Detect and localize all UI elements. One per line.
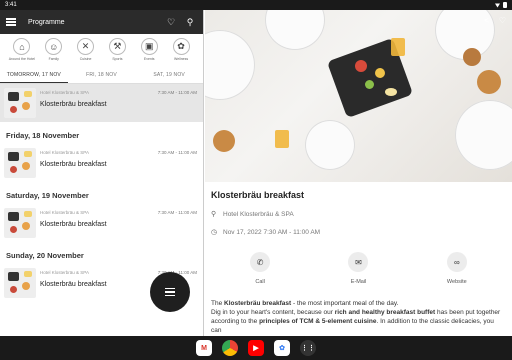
detail-location: Hotel Klosterbräu & SPA: [223, 210, 294, 218]
category-around-hotel[interactable]: ⌂ Around the Hotel: [7, 38, 37, 68]
date-tabs: TOMORROW, 17 NOV FRI, 18 NOV SAT, 19 NOV: [0, 68, 203, 84]
hotel-icon: ⌂: [13, 38, 31, 55]
event-time: 7:30 AM - 11:00 AM: [157, 90, 197, 95]
youtube-app-icon[interactable]: ▶: [248, 340, 264, 356]
app-drawer-icon[interactable]: ⋮⋮: [300, 340, 316, 356]
menu-fab-button[interactable]: [150, 272, 190, 312]
tab-fri[interactable]: FRI, 18 NOV: [68, 68, 136, 83]
location-pin-icon: ⚲: [211, 211, 217, 218]
detail-location-row: ⚲ Hotel Klosterbräu & SPA: [211, 210, 506, 219]
email-button[interactable]: ✉ E-Mail: [348, 252, 369, 285]
event-thumbnail: [4, 88, 36, 118]
event-time: 7:30 AM - 11:00 AM: [157, 150, 197, 155]
favorites-icon[interactable]: ♡: [164, 17, 178, 28]
day-header: Friday, 18 November: [6, 131, 80, 140]
event-thumbnail: [4, 148, 36, 178]
event-detail-pane: < ♡ Klosterbräu breakfast ⚲ Hotel Kloste…: [205, 10, 512, 336]
category-family[interactable]: ☺ Family: [39, 38, 69, 68]
photos-app-icon[interactable]: ✿: [274, 340, 290, 356]
gmail-app-icon[interactable]: M: [196, 340, 212, 356]
share-icon[interactable]: <: [484, 16, 489, 25]
category-bar: ⌂ Around the Hotel ☺ Family ✕ Cuisine ⚒ …: [0, 34, 203, 68]
stroller-icon: ☺: [45, 38, 63, 55]
programme-list-pane: Programme ♡ ⚲ ⌂ Around the Hotel ☺ Famil…: [0, 10, 204, 336]
list-item[interactable]: Hotel Klosterbräu & SPA Klosterbräu brea…: [0, 204, 203, 242]
search-icon[interactable]: ⚲: [183, 17, 197, 28]
detail-title: Klosterbräu breakfast: [211, 190, 305, 200]
menu-icon: [165, 286, 175, 299]
cutlery-icon: ✕: [77, 38, 95, 55]
detail-datetime-row: ◷ Nov 17, 2022 7:30 AM - 11:00 AM: [211, 228, 506, 237]
event-hero-image: < ♡: [205, 10, 512, 182]
event-title: Klosterbräu breakfast: [40, 161, 107, 168]
event-detail: Klosterbräu breakfast ⚲ Hotel Klosterbrä…: [205, 182, 512, 335]
favorite-icon[interactable]: ♡: [499, 16, 506, 25]
day-header: Saturday, 19 November: [6, 191, 89, 200]
category-sports[interactable]: ⚒ Sports: [102, 38, 132, 68]
ticket-icon: ▣: [140, 38, 158, 55]
category-events[interactable]: ▣ Events: [134, 38, 164, 68]
link-icon: ∞: [446, 252, 467, 272]
app-bar: Programme ♡ ⚲: [0, 10, 203, 34]
event-time: 7:30 AM - 11:00 AM: [157, 210, 197, 215]
call-button[interactable]: ✆ Call: [250, 252, 271, 285]
day-header: Sunday, 20 November: [6, 251, 84, 260]
event-description: The Klosterbräu breakfast - the most imp…: [211, 300, 501, 335]
battery-icon: [503, 2, 507, 8]
category-cuisine[interactable]: ✕ Cuisine: [71, 38, 101, 68]
wifi-icon: [495, 3, 500, 8]
android-taskbar: M ▶ ✿ ⋮⋮: [0, 336, 512, 360]
wellness-icon: ✿: [172, 38, 190, 55]
list-item[interactable]: Hotel Klosterbräu & SPA Klosterbräu brea…: [0, 144, 203, 182]
phone-icon: ✆: [250, 252, 271, 272]
tab-sat[interactable]: SAT, 19 NOV: [135, 68, 203, 83]
tab-tomorrow[interactable]: TOMORROW, 17 NOV: [0, 68, 68, 83]
menu-icon[interactable]: [6, 17, 16, 27]
event-thumbnail: [4, 208, 36, 238]
clock-icon: ◷: [211, 229, 218, 236]
status-time: 3:41: [5, 2, 17, 8]
detail-datetime: Nov 17, 2022 7:30 AM - 11:00 AM: [223, 228, 321, 236]
event-thumbnail: [4, 268, 36, 298]
chrome-app-icon[interactable]: [222, 340, 238, 356]
category-wellness[interactable]: ✿ Wellness: [166, 38, 196, 68]
status-bar: 3:41: [0, 0, 512, 10]
event-title: Klosterbräu breakfast: [40, 101, 107, 108]
sports-icon: ⚒: [108, 38, 126, 55]
list-item[interactable]: Hotel Klosterbräu & SPA Klosterbräu brea…: [0, 84, 203, 122]
contact-actions: ✆ Call ✉ E-Mail ∞ Website: [211, 252, 506, 285]
website-button[interactable]: ∞ Website: [446, 252, 467, 285]
email-icon: ✉: [348, 252, 369, 272]
app-title: Programme: [28, 18, 65, 26]
event-title: Klosterbräu breakfast: [40, 221, 107, 228]
